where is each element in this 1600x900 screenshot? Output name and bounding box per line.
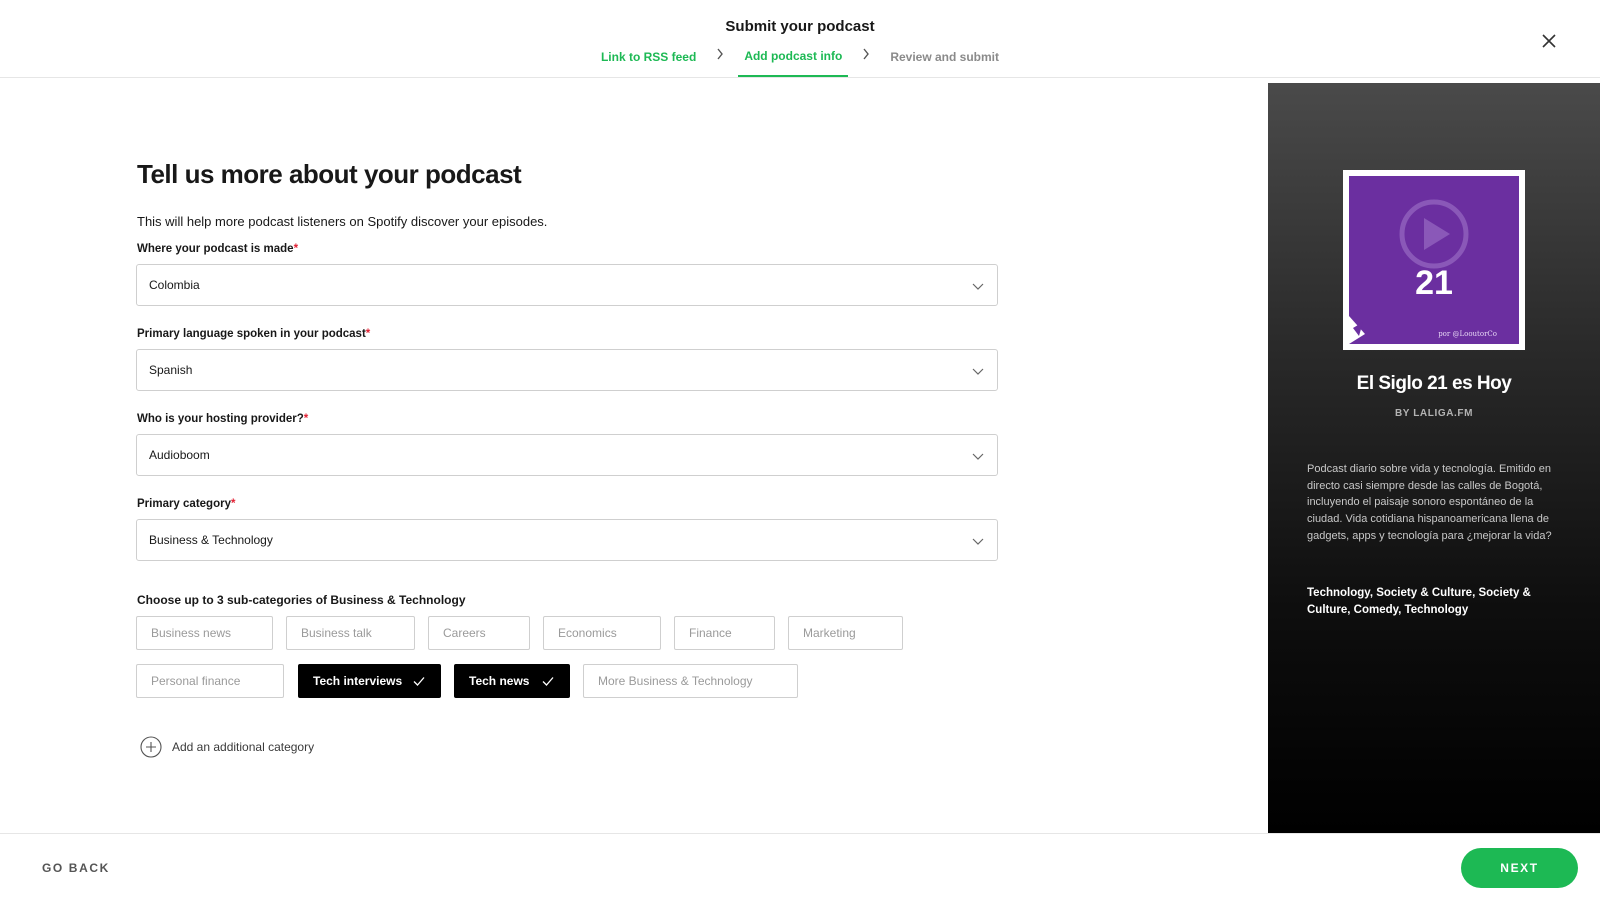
category-select[interactable]: Business & Technology: [136, 519, 998, 561]
subcategory-chip[interactable]: Business talk: [286, 616, 415, 650]
chevron-down-icon: [971, 364, 985, 378]
page-header-title: Submit your podcast: [725, 18, 875, 35]
chevron-down-icon: [971, 449, 985, 463]
subcategory-chip-label: Tech interviews: [313, 674, 403, 688]
chevron-down-icon: [971, 279, 985, 293]
cover-art: 21 por @LooutorCo: [1349, 176, 1519, 344]
podcast-author: BY LALIGA.FM: [1394, 408, 1474, 419]
podcast-title: El Siglo 21 es Hoy: [1356, 373, 1512, 394]
add-category-label: Add an additional category: [172, 740, 315, 754]
podcast-categories: Technology, Society & Culture, Society &…: [1307, 587, 1531, 616]
form-intro: This will help more podcast listeners on…: [137, 214, 548, 229]
chevron-down-icon: [971, 534, 985, 548]
category-label: Primary category*: [137, 498, 236, 510]
hosting-label: Who is your hosting provider?*: [137, 413, 309, 425]
category-value: Business & Technology: [149, 533, 273, 547]
subcategory-chip-selected[interactable]: Tech interviews: [298, 664, 441, 698]
subcategory-chip[interactable]: Careers: [428, 616, 530, 650]
language-value: Spanish: [149, 363, 193, 377]
add-category-button[interactable]: Add an additional category: [140, 736, 314, 758]
country-label: Where your podcast is made*: [137, 243, 299, 255]
top-header: Submit your podcast Link to RSS feed Add…: [0, 0, 1600, 78]
play-circle-icon: [1349, 199, 1469, 344]
subcategory-chip[interactable]: Finance: [674, 616, 775, 650]
subcategory-chip[interactable]: More Business & Technology: [583, 664, 798, 698]
footer-bar: GO BACK NEXT: [0, 833, 1600, 900]
form-area: Tell us more about your podcast This wil…: [0, 79, 1268, 832]
subcategory-chip-selected[interactable]: Tech news: [454, 664, 570, 698]
subcategory-chip[interactable]: Business news: [136, 616, 273, 650]
country-select[interactable]: Colombia: [136, 264, 998, 306]
subcategory-chip[interactable]: Personal finance: [136, 664, 284, 698]
chevron-right-icon: [714, 48, 726, 68]
cover-credit: por @LooutorCo: [1438, 330, 1497, 338]
podcast-description: Podcast diario sobre vida y tecnología. …: [1307, 463, 1552, 542]
subcategory-chip-label: Tech news: [469, 674, 530, 688]
subcategories-label: Choose up to 3 sub-categories of Busines…: [137, 593, 466, 607]
step-add-info[interactable]: Add podcast info: [738, 49, 849, 77]
hosting-value: Audioboom: [149, 448, 210, 462]
language-select[interactable]: Spanish: [136, 349, 998, 391]
form-title: Tell us more about your podcast: [137, 159, 522, 189]
podcast-preview-panel: 21 por @LooutorCo El Siglo 21 es Hoy BY …: [1268, 83, 1600, 834]
subcategory-chip[interactable]: Marketing: [788, 616, 903, 650]
subcategory-chip[interactable]: Economics: [543, 616, 661, 650]
chevron-right-icon: [860, 48, 872, 68]
checkmark-icon: [412, 674, 426, 688]
language-label: Primary language spoken in your podcast*: [137, 328, 371, 340]
stepper: Link to RSS feed Add podcast info Review…: [0, 48, 1600, 77]
next-button[interactable]: NEXT: [1461, 848, 1578, 888]
step-review-submit[interactable]: Review and submit: [884, 50, 1005, 76]
checkmark-icon: [541, 674, 555, 688]
podcast-cover: 21 por @LooutorCo: [1343, 170, 1525, 350]
go-back-button[interactable]: GO BACK: [42, 861, 110, 875]
plus-circle-icon: [140, 736, 162, 758]
country-value: Colombia: [149, 278, 200, 292]
close-icon[interactable]: [1538, 30, 1560, 52]
cover-number: 21: [1415, 264, 1453, 302]
hosting-select[interactable]: Audioboom: [136, 434, 998, 476]
step-link-rss[interactable]: Link to RSS feed: [595, 50, 702, 76]
